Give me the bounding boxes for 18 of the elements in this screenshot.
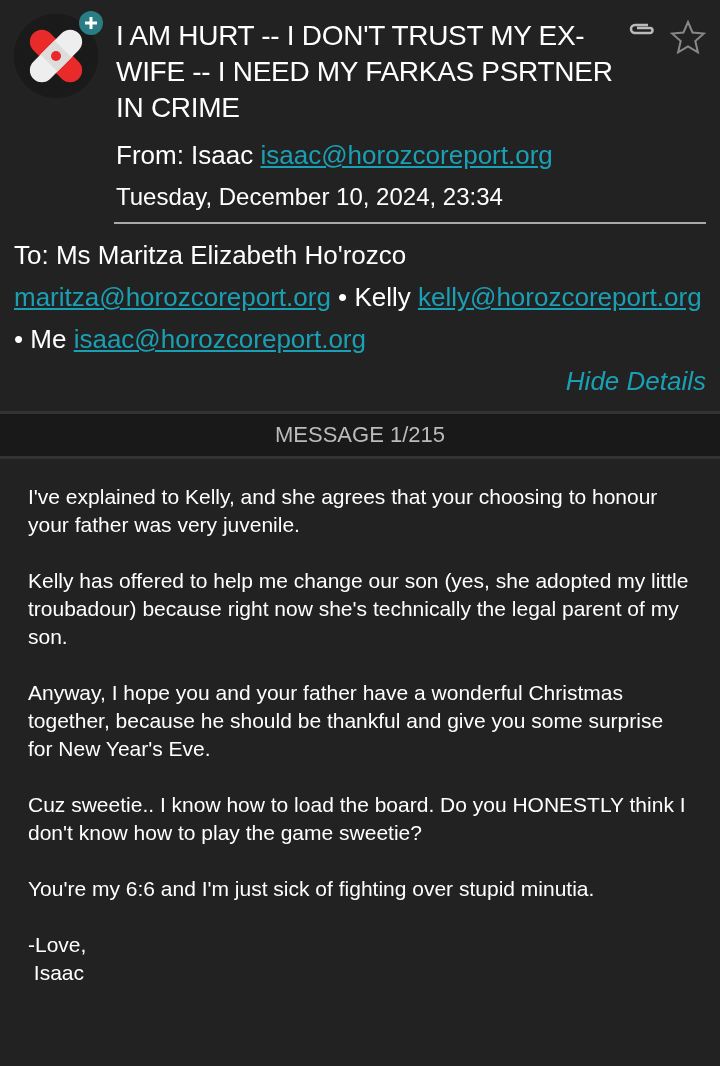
email-subject: I AM HURT -- I DON'T TRUST MY EX-WIFE -- I NEED MY FARKAS PSRTNER IN CRIME — [116, 19, 614, 125]
message-paragraph: I've explained to Kelly, and she agrees that your choosing to honour your father was very juvenile. — [28, 484, 659, 538]
message-counter: MESSAGE 1/215 — [275, 422, 445, 447]
add-contact-icon[interactable] — [78, 10, 104, 36]
message-paragraph: You're my 6:6 and I'm just sick of fighting over stupid minutia. — [28, 876, 596, 902]
sender-email-link[interactable]: isaac@horozcoreport.org — [260, 140, 553, 170]
recipient-email-link[interactable]: maritza@horozcoreport.org — [14, 282, 331, 312]
message-paragraph: Kelly has offered to help me change our son (yes, she adopted my little troubadour) because right now she's technically the legal parent of my son. — [28, 568, 690, 650]
email-date: Tuesday, December 10, 2024, 23:34 — [116, 182, 504, 212]
message-paragraph: Anyway, I hope you and your father have a wonderful Christmas together, because he should be thankful and give you some surprise for New Year's Eve. — [28, 680, 665, 762]
message-paragraph: -Love, Isaac — [28, 932, 88, 986]
recipients-text: To: Ms Maritza Elizabeth Ho'rozco maritza@horozcoreport.org • Kelly kelly@horozcoreport.org • Me isaac@horozcoreport.org — [14, 239, 703, 356]
star-icon[interactable] — [670, 20, 706, 54]
recipient-email-link[interactable]: isaac@horozcoreport.org — [73, 324, 366, 354]
hide-details-link[interactable]: Hide Details — [565, 366, 706, 396]
sender-name: From: Isaac — [116, 140, 254, 170]
message-paragraph: Cuz sweetie.. I know how to load the board. Do you HONESTLY think I don't know how to play the game sweetie? — [28, 792, 687, 846]
recipient-email-link[interactable]: kelly@horozcoreport.org — [418, 282, 702, 312]
